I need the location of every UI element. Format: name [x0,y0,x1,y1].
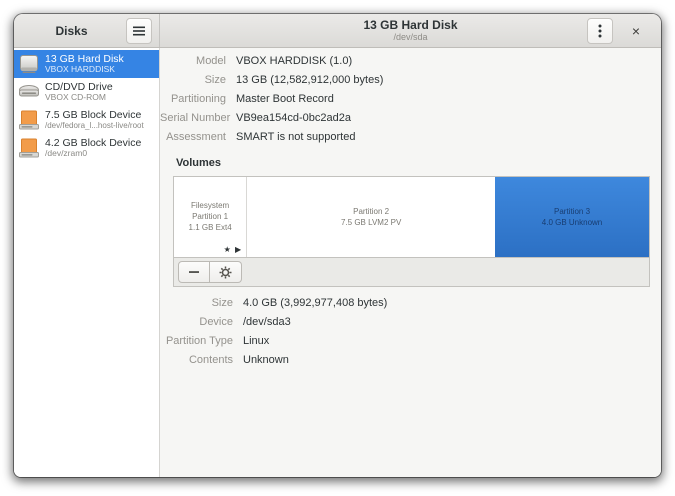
sidebar-item-text: 7.5 GB Block Device /dev/fedora_l...host… [45,109,144,130]
minus-icon [189,271,199,273]
sidebar-item-text: 13 GB Hard Disk VBOX HARDDISK [45,53,124,75]
partition-1[interactable]: Filesystem Partition 1 1.1 GB Ext4 ★ ▶ [174,177,246,257]
partition-line: 1.1 GB Ext4 [188,223,232,232]
info-label: Device [199,316,233,328]
drive-details-pane: Model VBOX HARDDISK (1.0) Size 13 GB (12… [160,48,661,477]
block-device-icon [17,136,41,160]
serial-number-value: VB9ea154cd-0bc2ad2a [236,112,351,124]
volumes-widget: Filesystem Partition 1 1.1 GB Ext4 ★ ▶ P… [173,176,650,287]
partition-actions-group [178,261,242,283]
drive-menu-button[interactable] [587,18,613,44]
sidebar-item-text: 4.2 GB Block Device /dev/zram0 [45,137,141,159]
sidebar-header: Disks [14,14,160,47]
partition-3[interactable]: Partition 3 4.0 GB Unknown [495,177,649,257]
contents-value: Unknown [243,354,289,366]
info-label: Contents [188,354,233,366]
block-device-icon [17,108,41,132]
sidebar-item-hard-disk[interactable]: 13 GB Hard Disk VBOX HARDDISK [14,50,159,78]
drive-info-grid: Model VBOX HARDDISK (1.0) Size 13 GB (12… [160,55,661,144]
device-title: 7.5 GB Block Device [45,109,142,122]
partitioning-value: Master Boot Record [236,93,334,105]
size-value: 13 GB (12,582,912,000 bytes) [236,74,384,86]
optical-drive-icon [17,80,41,104]
disks-app-window: Disks 13 GB Hard Disk /dev/sda × 13 GB H… [14,14,661,477]
info-label: Partition Type [165,335,233,347]
partition-type-value: Linux [243,335,270,347]
info-label: Assessment [166,131,226,143]
device-subtitle: /dev/fedora_l...host-live/root [45,121,144,131]
partition-line: 4.0 GB Unknown [541,217,603,227]
device-list: 13 GB Hard Disk VBOX HARDDISK CD/DVD Dri [14,48,160,477]
device-path-value: /dev/sda3 [243,316,291,328]
device-title: CD/DVD Drive [45,81,113,94]
partition-line: Filesystem [190,201,230,210]
info-label: Model [196,55,226,67]
device-subtitle: VBOX HARDDISK [45,65,115,75]
info-label: Size [204,74,226,86]
partition-2[interactable]: Partition 2 7.5 GB LVM2 PV [246,177,495,257]
partition-options-button[interactable] [210,261,242,283]
window-title: 13 GB Hard Disk [363,17,458,32]
drive-header: 13 GB Hard Disk /dev/sda × [160,14,661,47]
device-title: 4.2 GB Block Device [45,137,142,150]
volume-info-grid: Size 4.0 GB (3,992,977,408 bytes) Device… [160,297,661,367]
app-menu-button[interactable] [126,18,152,44]
sidebar-item-block-device-4-2[interactable]: 4.2 GB Block Device /dev/zram0 [14,134,159,162]
device-title: 13 GB Hard Disk [45,53,124,66]
model-value: VBOX HARDDISK (1.0) [236,55,353,67]
window-body: 13 GB Hard Disk VBOX HARDDISK CD/DVD Dri [14,48,661,477]
volumes-toolbar [173,258,650,287]
close-button[interactable]: × [624,19,648,43]
partition-line: Partition 2 [353,206,390,216]
volume-size-value: 4.0 GB (3,992,977,408 bytes) [243,297,388,309]
assessment-value: SMART is not supported [236,131,356,143]
sidebar-item-block-device-7-5[interactable]: 7.5 GB Block Device /dev/fedora_l...host… [14,106,159,134]
partition-line: Partition 3 [554,206,591,216]
kebab-menu-icon [598,24,602,38]
drive-title-block: 13 GB Hard Disk /dev/sda [363,18,457,43]
delete-partition-button[interactable] [178,261,210,283]
device-subtitle: VBOX CD-ROM [45,93,106,103]
hard-disk-icon [17,52,41,76]
info-label: Size [211,297,233,309]
partition-flags-icons: ★ ▶ [223,245,243,254]
header-bar: Disks 13 GB Hard Disk /dev/sda × [14,14,661,48]
device-subtitle: /dev/zram0 [45,149,88,159]
volumes-heading: Volumes [176,157,222,169]
window-subtitle: /dev/sda [393,32,428,43]
partition-line: Partition 1 [192,212,229,221]
info-label: Partitioning [170,93,226,105]
close-icon: × [631,23,641,39]
app-title: Disks [55,23,88,38]
info-label: Serial Number [160,112,231,124]
hamburger-menu-icon [133,26,145,36]
partition-diagram: Filesystem Partition 1 1.1 GB Ext4 ★ ▶ P… [173,176,650,258]
sidebar-item-cd-dvd[interactable]: CD/DVD Drive VBOX CD-ROM [14,78,159,106]
gear-icon [219,266,232,278]
sidebar-item-text: CD/DVD Drive VBOX CD-ROM [45,81,113,103]
partition-line: 7.5 GB LVM2 PV [340,217,402,227]
